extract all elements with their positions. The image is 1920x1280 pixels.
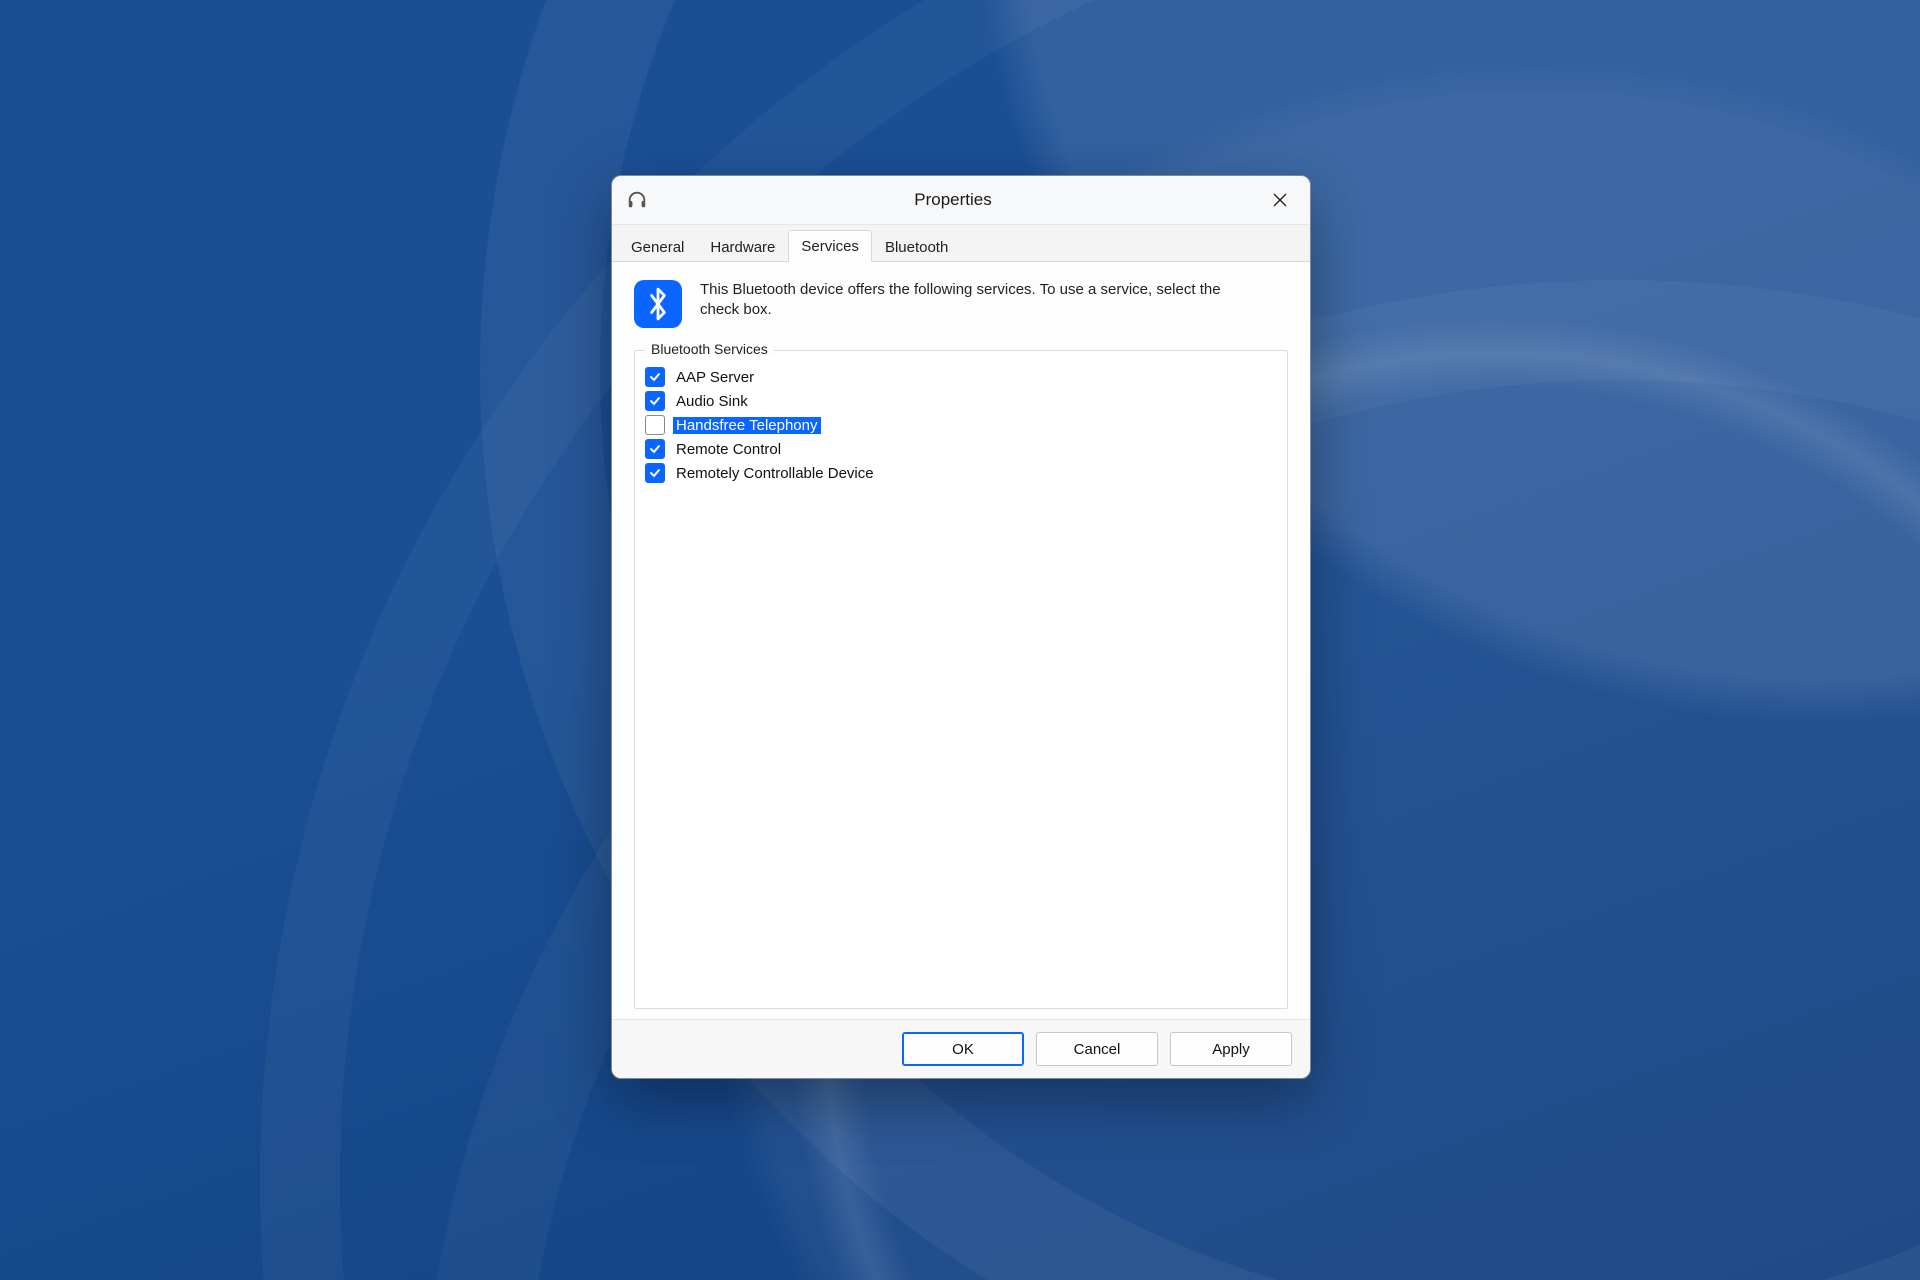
service-row[interactable]: Audio Sink <box>643 389 1279 413</box>
intro-text: This Bluetooth device offers the followi… <box>700 280 1240 321</box>
checkbox-remote-control[interactable] <box>645 439 665 459</box>
apply-button[interactable]: Apply <box>1170 1032 1292 1066</box>
tab-general[interactable]: General <box>618 231 697 262</box>
tab-bar: General Hardware Services Bluetooth <box>612 225 1310 262</box>
checkbox-handsfree-telephony[interactable] <box>645 415 665 435</box>
dialog-button-row: OK Cancel Apply <box>612 1019 1310 1078</box>
checkbox-audio-sink[interactable] <box>645 391 665 411</box>
checkbox-remotely-controllable-device[interactable] <box>645 463 665 483</box>
service-row[interactable]: AAP Server <box>643 365 1279 389</box>
service-label[interactable]: Audio Sink <box>673 393 751 410</box>
titlebar[interactable]: Properties <box>612 176 1310 225</box>
tab-bluetooth[interactable]: Bluetooth <box>872 231 961 262</box>
service-list: AAP Server Audio Sink Handsfree Telephon… <box>643 361 1279 485</box>
bluetooth-services-group: Bluetooth Services AAP Server Audio Sink <box>634 350 1288 1009</box>
properties-dialog: Properties General Hardware Services Blu… <box>611 175 1311 1079</box>
tab-services[interactable]: Services <box>788 230 872 262</box>
service-row[interactable]: Handsfree Telephony <box>643 413 1279 437</box>
bluetooth-icon <box>634 280 682 328</box>
checkbox-aap-server[interactable] <box>645 367 665 387</box>
service-label[interactable]: Handsfree Telephony <box>673 417 821 434</box>
tab-content-services: This Bluetooth device offers the followi… <box>612 262 1310 1019</box>
service-label[interactable]: Remote Control <box>673 441 784 458</box>
service-row[interactable]: Remotely Controllable Device <box>643 461 1279 485</box>
group-legend: Bluetooth Services <box>645 341 774 357</box>
cancel-button[interactable]: Cancel <box>1036 1032 1158 1066</box>
desktop-wallpaper: Properties General Hardware Services Blu… <box>0 0 1920 1280</box>
headphones-icon <box>626 189 648 211</box>
window-title: Properties <box>648 190 1258 210</box>
ok-button[interactable]: OK <box>902 1032 1024 1066</box>
service-row[interactable]: Remote Control <box>643 437 1279 461</box>
service-label[interactable]: AAP Server <box>673 369 757 386</box>
tab-hardware[interactable]: Hardware <box>697 231 788 262</box>
service-label[interactable]: Remotely Controllable Device <box>673 465 877 482</box>
close-button[interactable] <box>1258 183 1302 217</box>
